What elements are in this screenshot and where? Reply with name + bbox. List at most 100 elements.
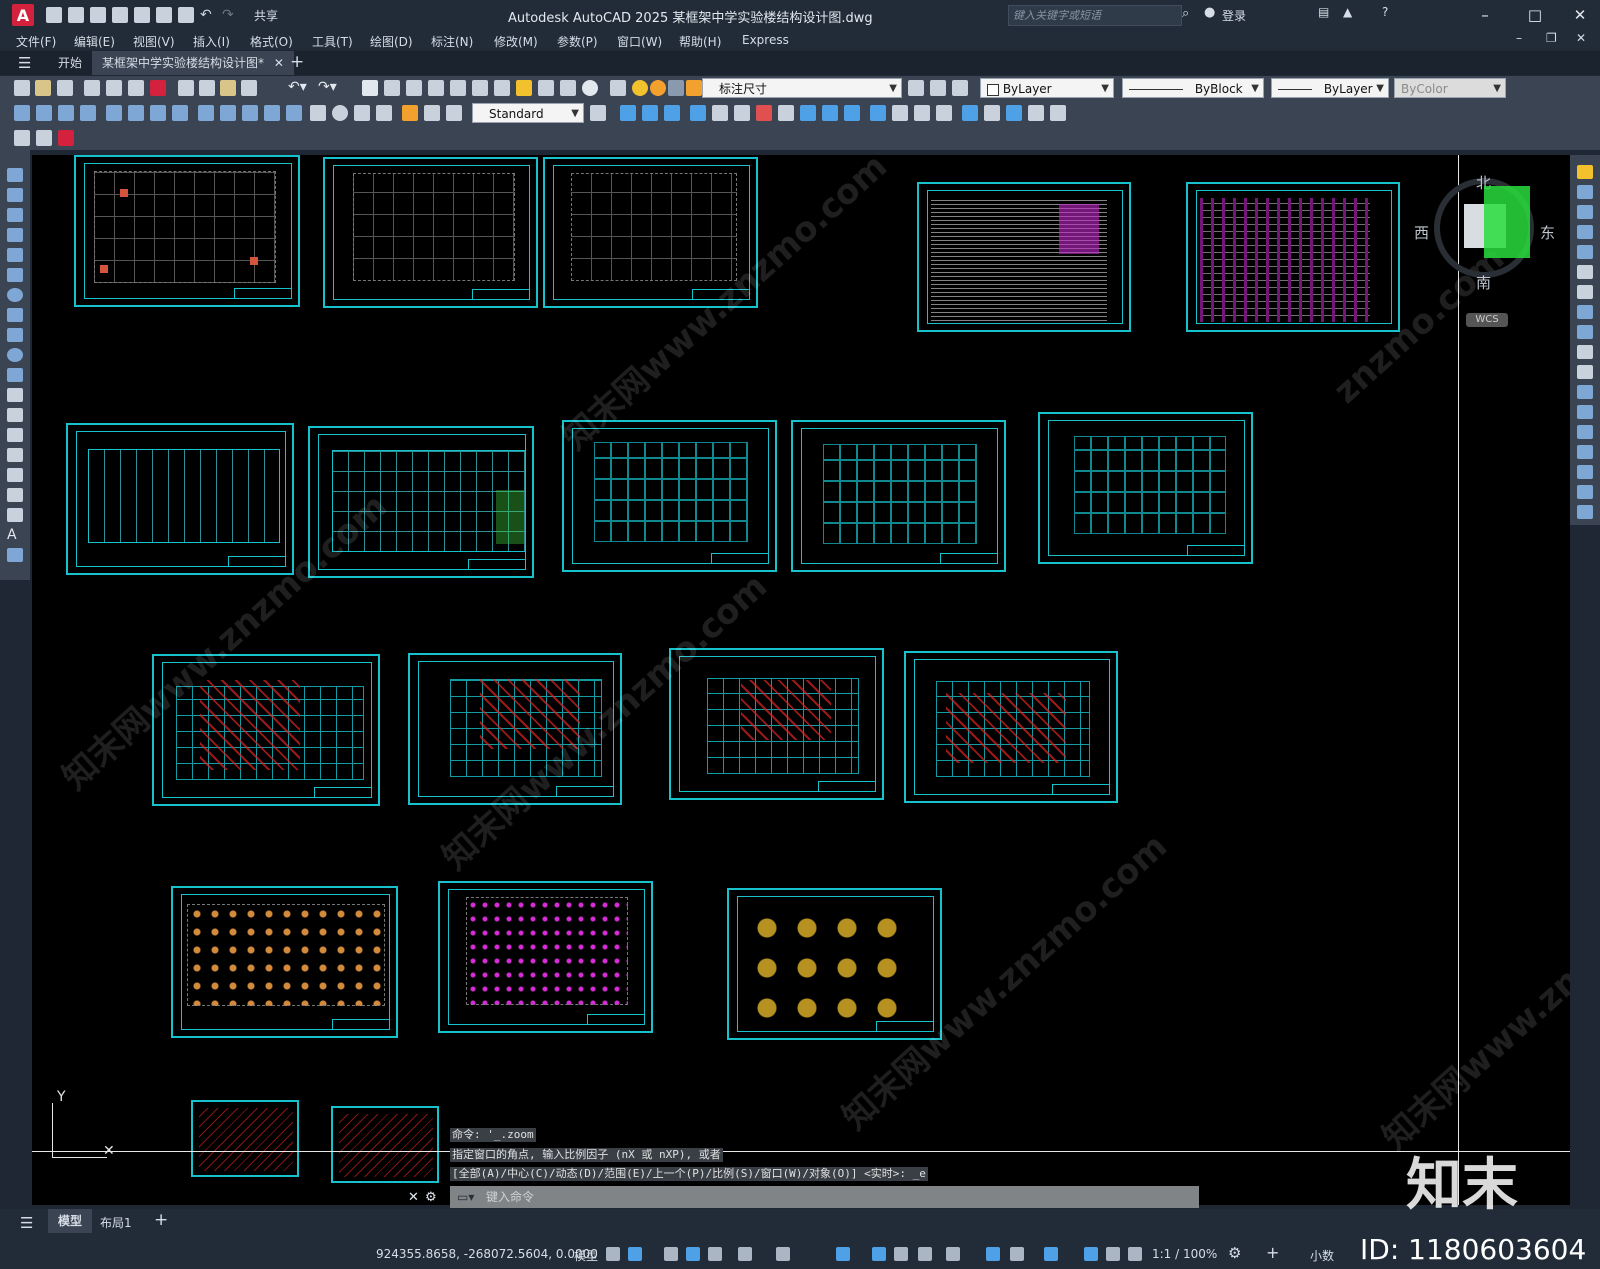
coordinates-readout[interactable]: 924355.8658, -268072.5604, 0.0000 [376, 1247, 598, 1261]
sheet-set-icon[interactable] [516, 80, 532, 96]
fly-icon[interactable] [1006, 105, 1022, 121]
command-close-icon[interactable]: ✕ [408, 1190, 419, 1205]
publish-icon[interactable] [128, 80, 144, 96]
baseline-dimension-icon[interactable] [220, 105, 236, 121]
layer-previous-icon[interactable] [930, 80, 946, 96]
section-icon[interactable] [756, 105, 772, 121]
calculator-icon[interactable] [560, 80, 576, 96]
design-center-icon[interactable] [472, 80, 488, 96]
intersect-icon[interactable] [844, 105, 860, 121]
menu-tools[interactable]: 工具(T) [312, 33, 353, 50]
dynamic-input-icon[interactable] [686, 1247, 700, 1261]
diameter-dimension-icon[interactable] [150, 105, 166, 121]
quick-dimension-icon[interactable] [198, 105, 214, 121]
help-icon[interactable] [582, 80, 598, 96]
app-menu-icon[interactable]: ☰ [18, 54, 31, 72]
sun-icon[interactable] [650, 80, 666, 96]
make-block-icon[interactable] [7, 408, 23, 422]
new-icon[interactable] [14, 80, 30, 96]
save-icon[interactable] [90, 7, 106, 23]
freeze-icon[interactable] [668, 80, 684, 96]
join-icon[interactable] [1577, 425, 1593, 439]
properties-icon[interactable] [450, 80, 466, 96]
share-button[interactable]: 共享 [254, 7, 278, 24]
markup-icon[interactable] [538, 80, 554, 96]
command-recent-icon[interactable]: ▭▾ [457, 1190, 474, 1204]
dimension-space-icon[interactable] [264, 105, 280, 121]
make-current-layer-icon[interactable] [908, 80, 924, 96]
zoom-realtime-icon[interactable] [384, 80, 400, 96]
new-tab-button[interactable]: + [290, 52, 304, 72]
command-customize-icon[interactable]: ⚙ [425, 1190, 437, 1205]
revision-cloud-icon[interactable] [7, 308, 23, 322]
aligned-dimension-icon[interactable] [36, 105, 52, 121]
tab-layout1[interactable]: 布局1 [100, 1214, 132, 1231]
close-tab-icon[interactable]: ✕ [274, 56, 284, 70]
gizmo-icon[interactable] [1044, 1247, 1058, 1261]
autodesk-a360-icon[interactable]: ▲ [1343, 5, 1352, 19]
subtract-icon[interactable] [822, 105, 838, 121]
chamfer-icon[interactable] [1577, 445, 1593, 459]
drawing-sheet[interactable] [74, 155, 300, 307]
redo-icon[interactable]: ↷▾ [318, 79, 337, 95]
dimension-update-icon[interactable] [446, 105, 462, 121]
drawing-sheet[interactable] [917, 182, 1131, 332]
transparency-icon[interactable] [894, 1247, 908, 1261]
orbit-icon[interactable] [1028, 105, 1044, 121]
spline-icon[interactable] [7, 328, 23, 342]
3d-box-icon[interactable] [620, 105, 636, 121]
minimize-button[interactable]: – [1470, 4, 1500, 26]
viewcube-south[interactable]: 南 [1476, 272, 1491, 293]
dynamic-ucs-icon[interactable] [986, 1247, 1000, 1261]
shade-icon[interactable] [870, 105, 886, 121]
stretch-icon[interactable] [1577, 325, 1593, 339]
zoom-previous-icon[interactable] [428, 80, 444, 96]
model-space-button[interactable]: 模型 [574, 1247, 598, 1264]
camera-icon[interactable] [962, 105, 978, 121]
render-icon[interactable] [892, 105, 908, 121]
plot-preview-icon[interactable] [106, 80, 122, 96]
break-icon[interactable] [1577, 405, 1593, 419]
rectangle-icon[interactable] [7, 248, 23, 262]
center-mark-icon[interactable] [332, 105, 348, 121]
arc-icon[interactable] [7, 268, 23, 282]
plot-icon[interactable] [84, 80, 100, 96]
plot-style-dropdown[interactable]: ByColor ▼ [1394, 78, 1506, 98]
line-icon[interactable] [7, 168, 23, 182]
arc-length-icon[interactable] [58, 105, 74, 121]
xref-icon[interactable] [58, 130, 74, 146]
extrude-icon[interactable] [690, 105, 706, 121]
dimension-style-dropdown[interactable]: Standard ▼ [472, 103, 584, 123]
cut-icon[interactable] [178, 80, 194, 96]
drawing-sheet[interactable] [323, 157, 538, 308]
color-dropdown[interactable]: ByLayer ▼ [980, 78, 1114, 98]
materials-icon[interactable] [914, 105, 930, 121]
publish-icon[interactable] [156, 7, 172, 23]
drawing-sheet[interactable] [171, 886, 398, 1038]
new-file-icon[interactable] [46, 7, 62, 23]
circle-icon[interactable] [7, 288, 23, 302]
menu-edit[interactable]: 编辑(E) [74, 33, 115, 50]
dimension-edit-icon[interactable] [402, 105, 418, 121]
drawing-sheet[interactable] [791, 420, 1006, 572]
angular-dimension-icon[interactable] [172, 105, 188, 121]
menu-window[interactable]: 窗口(W) [617, 33, 662, 50]
ordinate-dimension-icon[interactable] [80, 105, 96, 121]
add-selected-icon[interactable] [7, 548, 23, 562]
cart-icon[interactable]: ▤ [1318, 5, 1329, 19]
mirror-icon[interactable] [1577, 205, 1593, 219]
menu-file[interactable]: 文件(F) [16, 33, 56, 50]
drawing-sheet[interactable] [1186, 182, 1400, 332]
drawing-sheet[interactable] [1038, 412, 1253, 564]
menu-dimension[interactable]: 标注(N) [431, 33, 473, 50]
snap-mode-icon[interactable] [628, 1247, 642, 1261]
close-button[interactable]: ✕ [1565, 4, 1595, 26]
fillet-icon[interactable] [1577, 465, 1593, 479]
auto-scale-icon[interactable] [1106, 1247, 1120, 1261]
region-icon[interactable] [7, 488, 23, 502]
copy-icon[interactable] [199, 80, 215, 96]
union-icon[interactable] [800, 105, 816, 121]
pan-icon[interactable] [362, 80, 378, 96]
search-input[interactable]: 键入关键字或短语 [1008, 5, 1182, 26]
selection-cycling-icon[interactable] [918, 1247, 932, 1261]
